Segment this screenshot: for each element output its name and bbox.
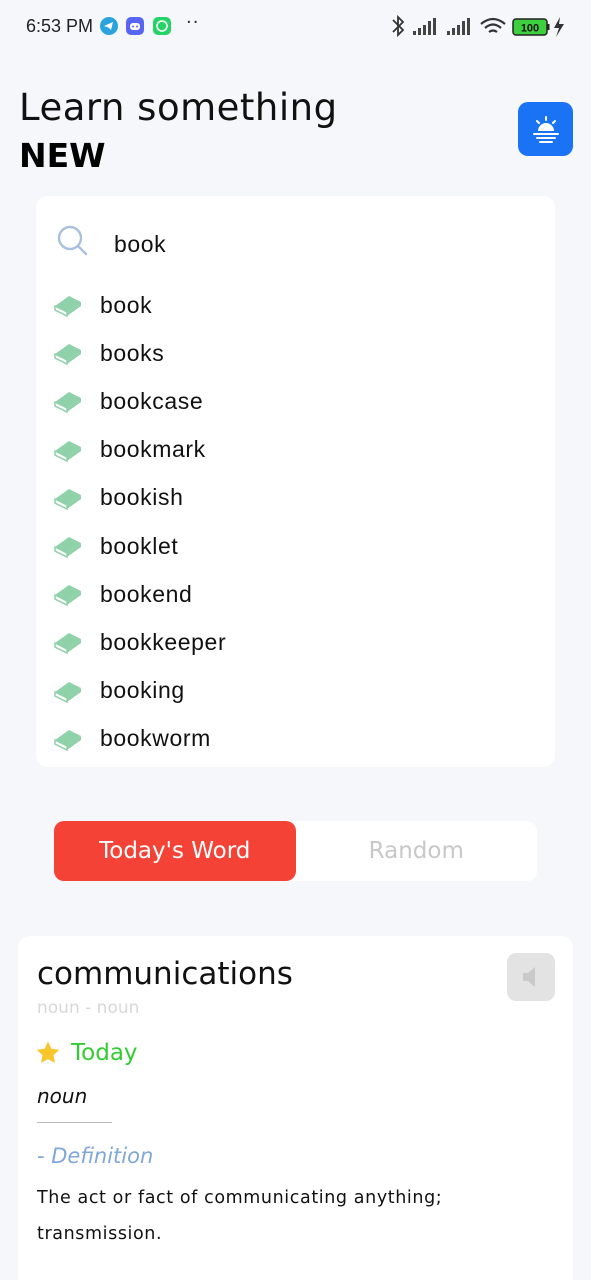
suggestion-label: booking: [100, 677, 185, 704]
telegram-icon: [100, 17, 118, 35]
suggestion-label: books: [100, 339, 165, 366]
word-title: communications: [37, 956, 293, 992]
search-icon: [57, 225, 88, 256]
whatsapp-icon: [153, 17, 171, 35]
suggestion-item[interactable]: bookend: [36, 570, 555, 618]
book-icon: [54, 440, 81, 462]
book-icon: [54, 585, 81, 607]
search-input[interactable]: [114, 226, 514, 262]
search-card: book books bookcase bookmark bookish booklet b…: [36, 196, 555, 767]
suggestion-label: bookish: [100, 484, 184, 511]
discord-icon: [126, 17, 144, 35]
book-icon: [54, 296, 81, 318]
book-icon: [54, 344, 81, 366]
more-notifications: ··: [186, 12, 200, 33]
word-mode-tabs: Today's Word Random: [54, 821, 537, 881]
book-icon: [54, 729, 81, 751]
status-bar: 6:53 PM ·· 100: [0, 0, 591, 54]
suggestion-label: bookend: [100, 580, 193, 607]
status-icons: 100: [392, 14, 564, 38]
suggestion-item[interactable]: book: [36, 281, 555, 329]
wifi-icon: [480, 17, 506, 33]
part-of-speech: noun: [37, 1084, 88, 1108]
book-icon: [54, 633, 81, 655]
signal-icon: [413, 18, 470, 35]
suggestion-label: book: [100, 291, 153, 318]
book-icon: [54, 392, 81, 414]
speaker-icon: [523, 967, 535, 987]
suggestion-label: bookworm: [100, 725, 211, 752]
suggestion-label: bookmark: [100, 436, 206, 463]
suggestion-item[interactable]: booking: [36, 667, 555, 715]
theme-toggle-button[interactable]: [518, 102, 573, 156]
sunrise-icon: [532, 116, 559, 143]
suggestion-item[interactable]: bookmark: [36, 426, 555, 474]
battery-level: 100: [521, 23, 539, 35]
suggestion-item[interactable]: bookcase: [36, 377, 555, 425]
word-subtitle: noun - noun: [37, 998, 140, 1018]
suggestion-label: bookcase: [100, 387, 204, 414]
word-card: communications noun - noun Today noun - …: [18, 936, 573, 1280]
suggestion-item[interactable]: bookish: [36, 474, 555, 522]
tab-random[interactable]: Random: [296, 821, 538, 881]
suggestion-item[interactable]: books: [36, 329, 555, 377]
tab-todays-word[interactable]: Today's Word: [54, 821, 296, 881]
book-icon: [54, 537, 81, 559]
suggestion-label: booklet: [100, 532, 179, 559]
star-icon: [36, 1041, 60, 1063]
divider: [37, 1122, 112, 1123]
suggestion-item[interactable]: booklet: [36, 522, 555, 570]
suggestion-label: bookkeeper: [100, 628, 227, 655]
status-time: 6:53 PM: [26, 16, 94, 36]
book-icon: [54, 681, 81, 703]
suggestion-item[interactable]: bookworm: [36, 715, 555, 763]
today-label: Today: [71, 1040, 138, 1066]
suggestion-list: book books bookcase bookmark bookish booklet b…: [36, 281, 555, 763]
today-badge: Today: [35, 1040, 138, 1066]
page-title-emphasis: NEW: [19, 136, 106, 175]
page-title: Learn something: [19, 86, 338, 129]
book-icon: [54, 488, 81, 511]
charging-icon: [554, 17, 564, 37]
battery-icon: 100: [512, 18, 550, 36]
definition-text: The act or fact of communicating anythin…: [37, 1188, 443, 1244]
suggestion-item[interactable]: bookkeeper: [36, 618, 555, 666]
definition-heading: - Definition: [37, 1144, 154, 1168]
bluetooth-icon: [392, 14, 405, 38]
pronounce-button[interactable]: [507, 953, 555, 1001]
